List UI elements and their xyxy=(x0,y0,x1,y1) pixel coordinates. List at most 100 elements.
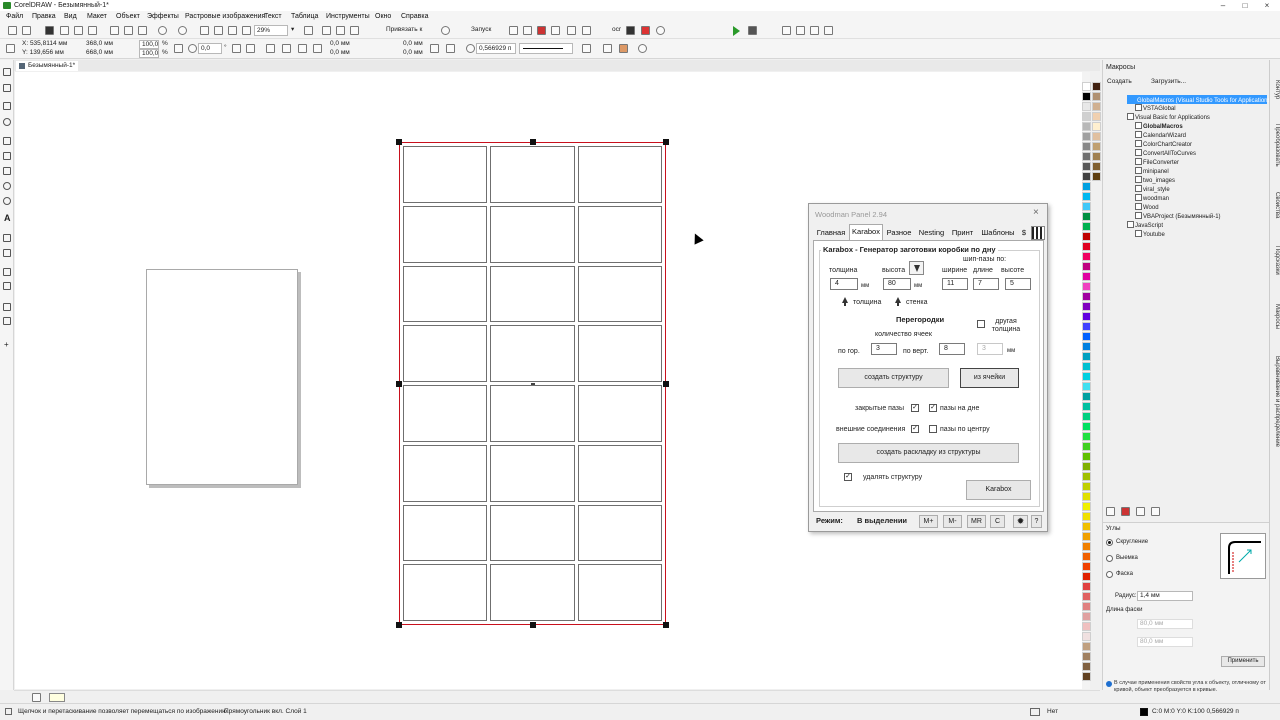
color-swatch[interactable] xyxy=(1082,552,1091,561)
run-icon[interactable] xyxy=(1106,507,1115,516)
color-swatch[interactable] xyxy=(1082,502,1091,511)
tree-item-globalmacros[interactable]: GlobalMacros xyxy=(1135,122,1183,131)
thickness-input[interactable]: 4 xyxy=(830,278,858,290)
macro-editor-icon[interactable] xyxy=(796,26,805,35)
clear-button[interactable]: C xyxy=(990,515,1005,528)
macro-tool-icon-6[interactable] xyxy=(582,26,591,35)
color-swatch[interactable] xyxy=(1082,472,1091,481)
color-swatch[interactable] xyxy=(1092,142,1101,151)
round-radio[interactable] xyxy=(1106,539,1113,546)
create-structure-button[interactable]: создать структуру xyxy=(838,368,949,388)
rotation-angle-field[interactable]: 0,0 xyxy=(198,43,222,54)
tab-karabox[interactable]: Karabox xyxy=(849,224,883,240)
structure-cell[interactable] xyxy=(403,385,488,442)
color-swatch[interactable] xyxy=(1082,172,1091,181)
show-guidelines-icon[interactable] xyxy=(350,26,359,35)
side-tab-hints[interactable]: Подсказки xyxy=(1271,246,1280,275)
tab-templates[interactable]: Шаблоны xyxy=(977,226,1019,240)
corner-icon-2[interactable] xyxy=(282,44,291,53)
color-swatch[interactable] xyxy=(1082,242,1091,251)
vertical-cells-input[interactable]: 8 xyxy=(939,343,965,355)
tenon-width-input[interactable]: 11 xyxy=(942,278,968,290)
crop-tool-icon[interactable] xyxy=(3,102,11,110)
height-input[interactable]: 80 xyxy=(883,278,911,290)
menu-effects[interactable]: Эффекты xyxy=(147,11,179,22)
color-palette[interactable] xyxy=(1082,82,1102,682)
zoom-dropdown-arrow[interactable]: ▾ xyxy=(291,25,294,35)
ellipse-tool-icon[interactable] xyxy=(3,182,11,190)
record-icon[interactable] xyxy=(1121,507,1130,516)
color-swatch[interactable] xyxy=(1082,372,1091,381)
color-swatch[interactable] xyxy=(1082,512,1091,521)
tree-item-wood[interactable]: Wood xyxy=(1135,203,1159,212)
delete-structure-checkbox[interactable]: ✓ xyxy=(844,473,852,481)
color-swatch[interactable] xyxy=(1082,352,1091,361)
menu-bitmaps[interactable]: Растровые изображения xyxy=(185,11,265,22)
color-swatch[interactable] xyxy=(1082,602,1091,611)
menu-layout[interactable]: Макет xyxy=(87,11,107,22)
color-swatch[interactable] xyxy=(1082,82,1091,91)
tree-item-two-images[interactable]: two_images xyxy=(1135,176,1175,185)
color-swatch[interactable] xyxy=(1082,562,1091,571)
edit-icon[interactable] xyxy=(1136,507,1145,516)
document-page[interactable] xyxy=(146,269,298,485)
tree-item-fileconverter[interactable]: FileConverter xyxy=(1135,158,1179,167)
menu-text[interactable]: Текст xyxy=(264,11,282,22)
tab-donate[interactable]: $ xyxy=(1019,226,1029,240)
center-slots-checkbox[interactable] xyxy=(929,425,937,433)
menu-tools[interactable]: Инструменты xyxy=(326,11,370,22)
color-swatch[interactable] xyxy=(1082,412,1091,421)
structure-cell[interactable] xyxy=(490,265,575,323)
macro-tool-icon-7[interactable] xyxy=(626,26,635,35)
show-rulers-icon[interactable] xyxy=(322,26,331,35)
selection-handle[interactable] xyxy=(529,622,536,628)
color-swatch[interactable] xyxy=(1082,232,1091,241)
fill-icon[interactable] xyxy=(619,44,628,53)
search-content-icon[interactable] xyxy=(200,26,209,35)
color-swatch[interactable] xyxy=(1082,342,1091,351)
interactive-fill-icon[interactable] xyxy=(3,317,11,325)
chamfer-radio[interactable] xyxy=(1106,571,1113,578)
new-document-icon[interactable] xyxy=(8,26,17,35)
copy-icon[interactable] xyxy=(124,26,133,35)
color-swatch[interactable] xyxy=(1082,262,1091,271)
maximize-button[interactable]: □ xyxy=(1234,0,1256,11)
create-macro-button[interactable]: Создать xyxy=(1107,78,1132,85)
color-swatch[interactable] xyxy=(1082,632,1091,641)
structure-cell[interactable] xyxy=(403,564,488,621)
color-swatch[interactable] xyxy=(1082,382,1091,391)
memory-recall-button[interactable]: MR xyxy=(967,515,986,528)
color-swatch[interactable] xyxy=(1082,112,1091,121)
selection-handle[interactable] xyxy=(663,622,669,628)
memory-minus-button[interactable]: M- xyxy=(943,515,962,528)
selection-handle[interactable] xyxy=(396,139,402,145)
color-swatch[interactable] xyxy=(1082,452,1091,461)
undo-icon[interactable] xyxy=(158,26,167,35)
menu-edit[interactable]: Правка xyxy=(32,11,56,22)
color-swatch[interactable] xyxy=(1082,292,1091,301)
color-swatch[interactable] xyxy=(1082,362,1091,371)
macro-tool-icon-9[interactable] xyxy=(656,26,665,35)
color-swatch[interactable] xyxy=(1082,192,1091,201)
structure-cell[interactable] xyxy=(577,385,662,442)
zoom-level-select[interactable]: 29% xyxy=(254,25,288,36)
snap-to-dropdown[interactable]: Привязать к xyxy=(386,25,422,35)
macro-tool-icon-3[interactable] xyxy=(537,26,546,35)
grid-menu-icon[interactable] xyxy=(1031,226,1045,240)
show-grid-icon[interactable] xyxy=(336,26,345,35)
side-tab-align[interactable]: Выравнивание и распределение xyxy=(1271,356,1280,447)
side-tab-properties[interactable]: Свойства xyxy=(1271,192,1280,218)
print-icon[interactable] xyxy=(88,26,97,35)
import-icon[interactable] xyxy=(60,26,69,35)
eyedropper-tool-icon[interactable] xyxy=(3,303,11,311)
tab-misc[interactable]: Разное xyxy=(883,226,915,240)
page-nav-icon[interactable] xyxy=(32,693,41,702)
color-swatch[interactable] xyxy=(1082,92,1091,101)
structure-cell[interactable] xyxy=(577,504,662,562)
macro-tool-icon-2[interactable] xyxy=(523,26,532,35)
structure-cell[interactable] xyxy=(577,444,662,502)
structure-cell[interactable] xyxy=(490,205,575,263)
selection-handle[interactable] xyxy=(529,139,536,145)
outer-joints-checkbox[interactable]: ✓ xyxy=(911,425,919,433)
structure-cell[interactable] xyxy=(577,205,662,263)
